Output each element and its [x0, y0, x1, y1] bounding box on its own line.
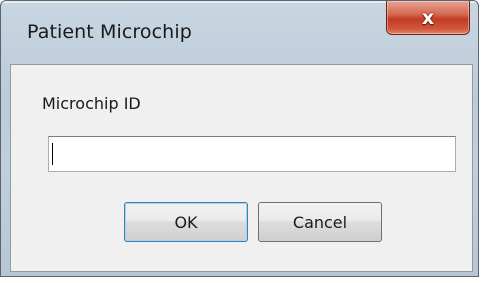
microchip-id-label: Microchip ID [42, 94, 141, 113]
close-icon: x [421, 6, 435, 29]
dialog-client-area: Microchip ID OK Cancel [10, 64, 473, 272]
dialog-window: Patient Microchip x Microchip ID OK Canc… [0, 0, 479, 277]
cancel-button[interactable]: Cancel [258, 202, 382, 242]
microchip-id-input[interactable] [48, 136, 456, 172]
close-button[interactable]: x [386, 1, 470, 35]
window-title: Patient Microchip [27, 21, 192, 43]
ok-button[interactable]: OK [124, 202, 248, 242]
text-caret [52, 143, 53, 165]
